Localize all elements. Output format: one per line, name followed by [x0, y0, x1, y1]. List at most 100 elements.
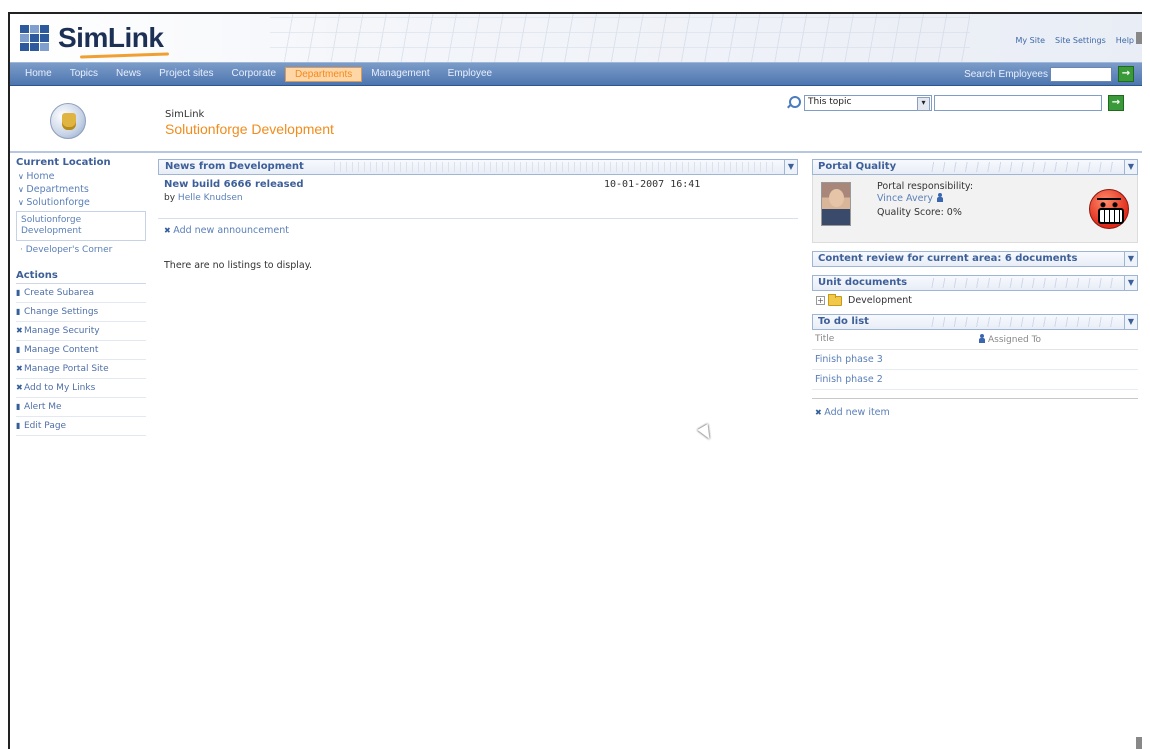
web-part-menu-icon[interactable]: ▼ [1124, 275, 1138, 291]
no-listings-message: There are no listings to display. [164, 260, 313, 271]
breadcrumb-home[interactable]: ∨ Home [16, 170, 146, 183]
search-scope-select[interactable]: This topic [804, 95, 932, 111]
tab-management[interactable]: Management [362, 67, 438, 82]
action-icon: ▮ [16, 307, 21, 316]
unit-documents-header: Unit documents ▼ [812, 275, 1138, 291]
action-manage-security[interactable]: ✖Manage Security [16, 322, 146, 341]
tab-employee[interactable]: Employee [439, 67, 501, 82]
unit-documents-title: Unit documents [818, 277, 908, 288]
news-item: New build 6666 released by Helle Knudsen… [158, 179, 798, 219]
action-label: Change Settings [24, 307, 99, 317]
scrollbar-top[interactable] [1136, 32, 1142, 44]
web-part-menu-icon[interactable]: ▼ [784, 159, 798, 175]
help-link[interactable]: Help [1116, 36, 1134, 45]
todo-col-title[interactable]: Title [815, 334, 979, 345]
web-part-menu-icon[interactable]: ▼ [1124, 159, 1138, 175]
responsible-person-link[interactable]: Vince Avery [877, 193, 943, 204]
table-row[interactable]: Finish phase 2 [812, 370, 1138, 390]
action-create-subarea[interactable]: ▮ Create Subarea [16, 284, 146, 303]
employee-search: Search Employees → [964, 66, 1134, 82]
employee-search-label: Search Employees [964, 68, 1048, 80]
my-site-link[interactable]: My Site [1015, 36, 1045, 45]
sub-area-developers-corner[interactable]: · Developer's Corner [16, 245, 146, 256]
logo-text: SimLink [58, 22, 164, 53]
mouse-pointer-icon [697, 423, 715, 443]
folder-label: Development [848, 295, 912, 306]
news-header: News from Development ▼ [158, 159, 798, 175]
site-settings-link[interactable]: Site Settings [1055, 36, 1106, 45]
employee-search-input[interactable] [1050, 66, 1112, 82]
person-icon [936, 193, 943, 202]
header-hatch-decoration [923, 162, 1115, 172]
add-announcement-link[interactable]: ✖ Add new announcement [164, 225, 798, 236]
scrollbar-bottom[interactable] [1136, 737, 1142, 749]
folder-tree-item[interactable]: + Development [812, 291, 1138, 306]
web-part-menu-icon[interactable]: ▼ [1124, 251, 1138, 267]
action-alert-me[interactable]: ▮ Alert Me [16, 398, 146, 417]
topic-search: This topic → [786, 95, 1124, 111]
table-row[interactable]: Finish phase 3 [812, 350, 1138, 370]
actions-heading: Actions [16, 270, 146, 284]
expand-icon[interactable]: + [816, 296, 825, 305]
action-change-settings[interactable]: ▮ Change Settings [16, 303, 146, 322]
left-navigation: Current Location ∨ Home ∨ Departments ∨ … [16, 157, 146, 436]
todo-title: To do list [818, 316, 869, 327]
portal-responsibility-label: Portal responsibility: [877, 181, 974, 192]
add-icon: ✖ [164, 226, 174, 235]
responsible-person-name: Vince Avery [877, 193, 933, 204]
site-name[interactable]: SimLink [165, 109, 204, 120]
folder-icon [828, 293, 842, 306]
site-header: SimLink My Site Site Settings Help [10, 14, 1142, 62]
action-edit-page[interactable]: ▮ Edit Page [16, 417, 146, 436]
header-hatch-decoration [923, 317, 1115, 327]
add-icon: ✖ [815, 408, 825, 417]
current-area[interactable]: Solutionforge Development [16, 211, 146, 241]
search-icon [786, 96, 801, 110]
action-label: Edit Page [24, 421, 67, 431]
content-review-title[interactable]: Content review for current area: 6 docum… [818, 253, 1077, 264]
action-label: Alert Me [24, 402, 62, 412]
angry-face-icon [1089, 189, 1129, 229]
breadcrumb-label: Solutionforge [26, 197, 90, 208]
quality-score: Quality Score: 0% [877, 207, 962, 218]
portal-quality-title: Portal Quality [818, 161, 897, 172]
tab-home[interactable]: Home [16, 67, 61, 82]
add-new-item-link[interactable]: ✖ Add new item [812, 398, 1138, 418]
topic-search-go-button[interactable]: → [1108, 95, 1124, 111]
tab-project-sites[interactable]: Project sites [150, 67, 222, 82]
action-manage-content[interactable]: ▮ Manage Content [16, 341, 146, 360]
todo-col-assigned[interactable]: Assigned To [979, 334, 1041, 345]
breadcrumb-departments[interactable]: ∨ Departments [16, 183, 146, 196]
todo-web-part: To do list ▼ Title Assigned To Finish ph… [812, 314, 1138, 418]
right-column: Portal Quality ▼ Portal responsibility: … [812, 159, 1138, 426]
header-grid-decoration [270, 14, 970, 62]
news-web-part: News from Development ▼ New build 6666 r… [158, 159, 798, 271]
action-icon: ▮ [16, 345, 21, 354]
tab-news[interactable]: News [107, 67, 150, 82]
add-new-item-label: Add new item [824, 407, 890, 418]
tab-corporate[interactable]: Corporate [223, 67, 285, 82]
topic-search-input[interactable] [934, 95, 1102, 111]
header-hatch-decoration [923, 278, 1115, 288]
logo-grid-icon [20, 25, 50, 51]
web-part-menu-icon[interactable]: ▼ [1124, 314, 1138, 330]
todo-col-assigned-label: Assigned To [988, 335, 1042, 345]
tab-departments[interactable]: Departments [285, 67, 363, 82]
action-icon: ✖ [16, 364, 23, 373]
action-label: Manage Content [24, 345, 99, 355]
current-location-heading: Current Location [16, 157, 111, 168]
action-icon: ▮ [16, 288, 21, 297]
employee-search-go-button[interactable]: → [1118, 66, 1134, 82]
news-item-byline: by Helle Knudsen [164, 193, 243, 203]
action-manage-portal-site[interactable]: ✖Manage Portal Site [16, 360, 146, 379]
site-logo[interactable]: SimLink [20, 22, 164, 54]
tab-topics[interactable]: Topics [61, 67, 107, 82]
news-author-link[interactable]: Helle Knudsen [178, 193, 243, 203]
page-title-area: SimLink Solutionforge Development This t… [10, 87, 1142, 153]
todo-header: To do list ▼ [812, 314, 1138, 330]
page-title: Solutionforge Development [165, 121, 334, 137]
top-links: My Site Site Settings Help [1015, 36, 1134, 45]
news-item-title[interactable]: New build 6666 released [164, 179, 304, 190]
breadcrumb-solutionforge[interactable]: ∨ Solutionforge [16, 196, 146, 209]
action-add-to-my-links[interactable]: ✖Add to My Links [16, 379, 146, 398]
